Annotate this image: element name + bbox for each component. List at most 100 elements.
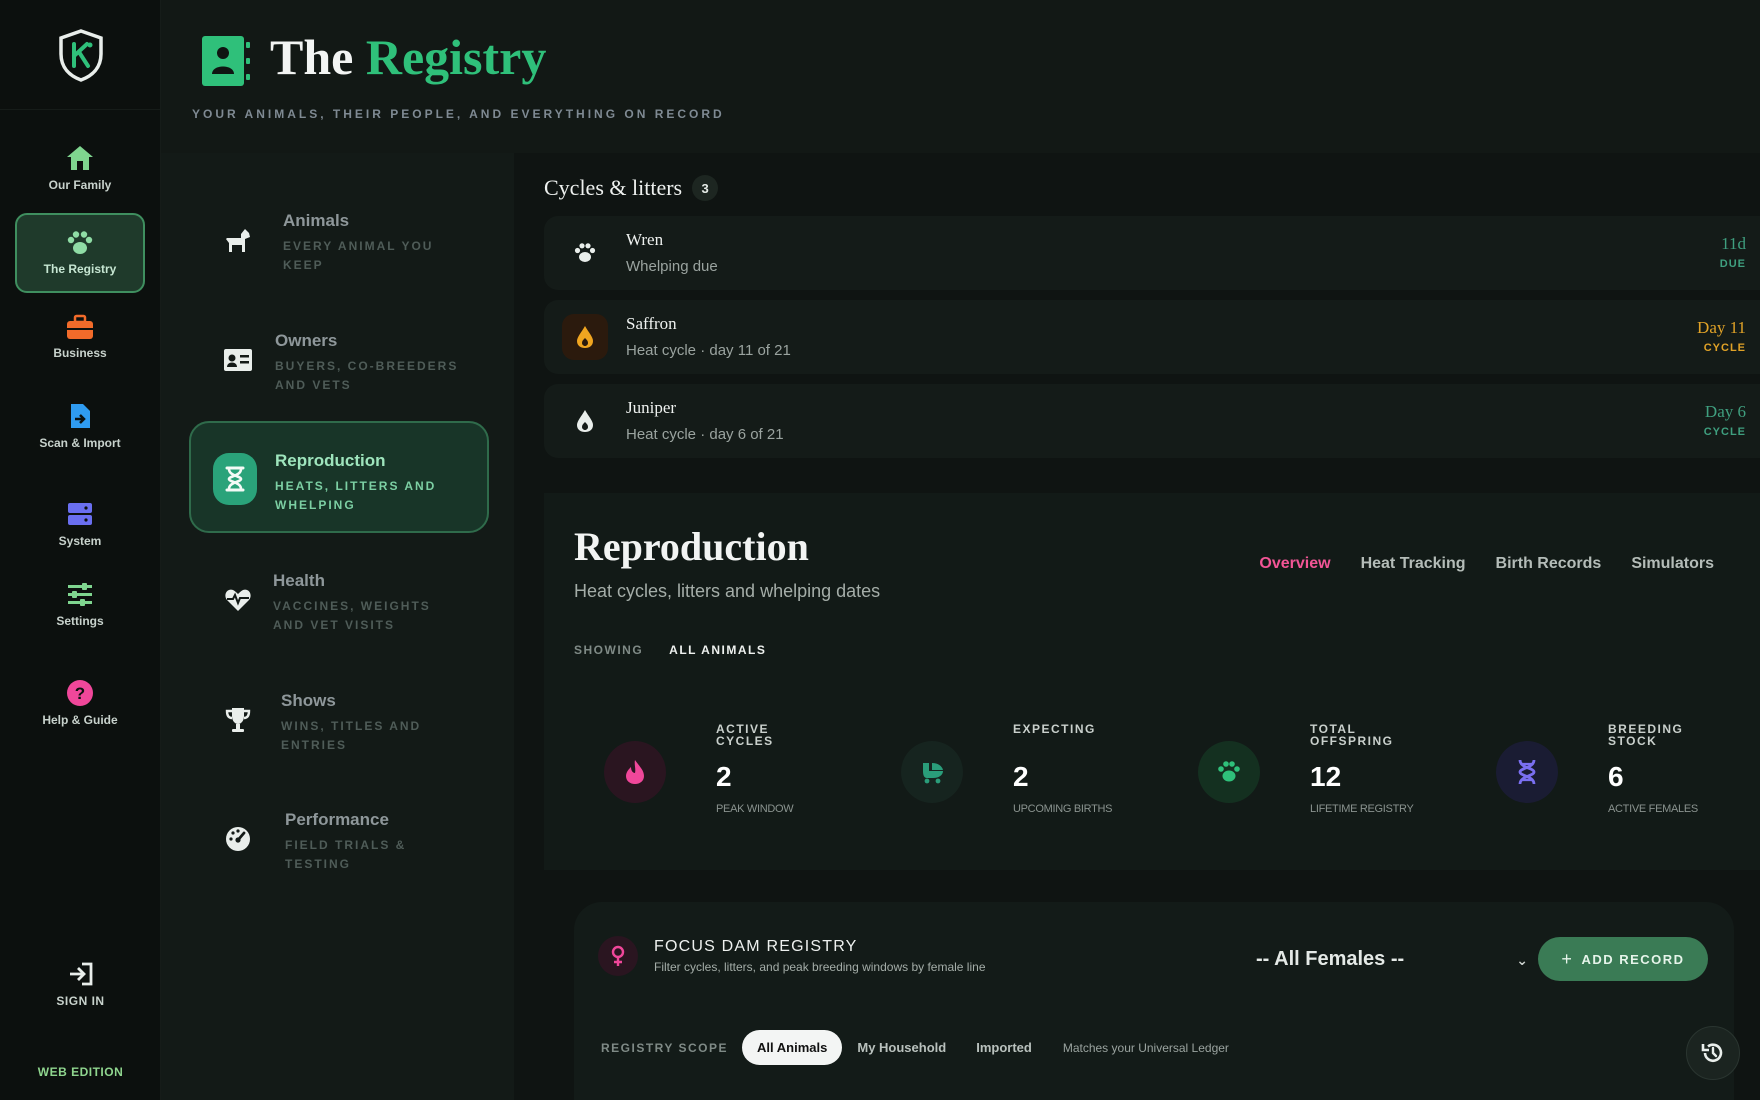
- main-content: Cycles & litters 3 Wren Whelping due 11d…: [514, 153, 1760, 1100]
- page-title-lead: The: [270, 29, 354, 85]
- plus-icon: +: [1561, 948, 1574, 969]
- rail-item-label: Scan & Import: [39, 436, 121, 450]
- scope-option-imported[interactable]: Imported: [961, 1030, 1047, 1065]
- sign-in-button[interactable]: SIGN IN: [0, 962, 161, 1008]
- stat-value: 2: [1013, 761, 1029, 792]
- paw-icon: [67, 231, 93, 254]
- app-rail: Our Family The Registry Business Scan & …: [0, 0, 161, 1100]
- stat-value: 6: [1608, 761, 1624, 792]
- cycle-tag-label: CYCLE: [1703, 426, 1746, 438]
- gauge-icon: [215, 816, 261, 862]
- add-record-label: ADD RECORD: [1581, 951, 1685, 967]
- tab-overview[interactable]: Overview: [1259, 555, 1330, 573]
- category-health[interactable]: Health VACCINES, WEIGHTS AND VET VISITS: [189, 543, 489, 655]
- cycle-tag-value: Day 6: [1704, 402, 1746, 421]
- rail-item-label: Business: [53, 346, 107, 360]
- stat-total-offspring: TOTAL OFFSPRING 12 LIFETIME REGISTRY: [1168, 723, 1468, 823]
- rail-item-label: System: [58, 534, 102, 548]
- rail-item-label: Our Family: [48, 178, 112, 192]
- shield-logo-icon: [58, 28, 103, 82]
- file-import-icon: [71, 404, 90, 428]
- scope-option-my-household[interactable]: My Household: [842, 1030, 961, 1065]
- category-title: Health: [273, 571, 325, 590]
- cycle-description: Heat cycle · day 6 of 21: [626, 426, 784, 443]
- rail-item-business[interactable]: Business: [15, 297, 145, 377]
- stat-value: 12: [1310, 761, 1342, 792]
- app-logo[interactable]: [0, 0, 161, 110]
- tab-heat-tracking[interactable]: Heat Tracking: [1361, 555, 1466, 573]
- cycle-row-juniper[interactable]: Juniper Heat cycle · day 6 of 21 Day 6 C…: [544, 384, 1760, 458]
- category-subtitle: WINS, TITLES AND ENTRIES: [281, 719, 422, 752]
- category-subtitle: EVERY ANIMAL YOU KEEP: [283, 239, 434, 272]
- section-title: Reproduction: [574, 524, 809, 569]
- category-title: Performance: [285, 810, 389, 829]
- category-title: Shows: [281, 691, 336, 710]
- drop-icon: [562, 398, 608, 444]
- add-record-button[interactable]: + ADD RECORD: [1538, 937, 1708, 981]
- registry-scope: REGISTRY SCOPE All Animals My Household …: [601, 1030, 1229, 1065]
- page-title-accent: Registry: [365, 29, 547, 85]
- heartbeat-icon: [215, 577, 261, 623]
- category-title: Owners: [275, 331, 338, 350]
- category-subtitle: HEATS, LITTERS AND WHELPING: [275, 479, 437, 512]
- hourglass-icon: [213, 453, 257, 505]
- female-select[interactable]: -- All Females -- ⌄: [1256, 948, 1536, 978]
- svg-text:?: ?: [75, 684, 85, 703]
- category-title: Reproduction: [275, 451, 386, 470]
- cycle-name: Saffron: [626, 314, 677, 333]
- category-owners[interactable]: Owners BUYERS, CO-BREEDERS AND VETS: [189, 303, 489, 415]
- cycle-tag-label: CYCLE: [1703, 342, 1746, 354]
- cycle-tag-label: DUE: [1719, 258, 1746, 270]
- briefcase-icon: [67, 314, 93, 339]
- sign-in-icon: [69, 962, 92, 986]
- focus-dam-registry: FOCUS DAM REGISTRY Filter cycles, litter…: [574, 902, 1734, 1100]
- showing-value[interactable]: ALL ANIMALS: [669, 643, 766, 657]
- stat-caption: LIFETIME REGISTRY: [1310, 803, 1414, 815]
- rail-item-label: Settings: [56, 614, 104, 628]
- category-animals[interactable]: Animals EVERY ANIMAL YOU KEEP: [189, 183, 489, 295]
- showing-filter: SHOWING ALL ANIMALS: [574, 643, 766, 657]
- rail-item-our-family[interactable]: Our Family: [15, 128, 145, 208]
- tab-simulators[interactable]: Simulators: [1631, 555, 1714, 573]
- scope-option-all-animals[interactable]: All Animals: [742, 1030, 843, 1065]
- category-performance[interactable]: Performance FIELD TRIALS & TESTING: [189, 782, 489, 894]
- cycle-description: Whelping due: [626, 258, 718, 275]
- category-reproduction[interactable]: Reproduction HEATS, LITTERS AND WHELPING: [189, 421, 489, 533]
- paw-icon: [562, 230, 608, 276]
- scope-note: Matches your Universal Ledger: [1062, 1040, 1229, 1055]
- rail-item-the-registry[interactable]: The Registry: [15, 213, 145, 293]
- section-tabs: Overview Heat Tracking Birth Records Sim…: [1259, 555, 1714, 573]
- stroller-icon: [901, 741, 963, 803]
- category-subtitle: VACCINES, WEIGHTS AND VET VISITS: [273, 599, 431, 632]
- page-title: The Registry: [270, 28, 546, 86]
- stat-label: EXPECTING: [1013, 722, 1096, 736]
- rail-item-help-guide[interactable]: ? Help & Guide: [15, 663, 145, 743]
- category-shows[interactable]: Shows WINS, TITLES AND ENTRIES: [189, 663, 489, 775]
- cycle-name: Wren: [626, 230, 664, 249]
- home-icon: [67, 146, 93, 170]
- rail-item-label: Help & Guide: [42, 713, 118, 727]
- rail-item-scan-import[interactable]: Scan & Import: [15, 386, 145, 466]
- id-card-icon: [215, 337, 261, 383]
- tab-birth-records[interactable]: Birth Records: [1496, 555, 1602, 573]
- cycle-row-saffron[interactable]: Saffron Heat cycle · day 11 of 21 Day 11…: [544, 300, 1760, 374]
- trophy-icon: [215, 697, 261, 743]
- history-button[interactable]: [1686, 1026, 1740, 1080]
- stat-label: ACTIVE CYCLES: [716, 722, 774, 748]
- stat-caption: ACTIVE FEMALES: [1608, 803, 1698, 815]
- paw-icon: [1198, 741, 1260, 803]
- stat-label: TOTAL OFFSPRING: [1310, 722, 1394, 748]
- section-subtitle: Heat cycles, litters and whelping dates: [574, 581, 881, 601]
- category-panel: Animals EVERY ANIMAL YOU KEEP Owners BUY…: [161, 153, 514, 1100]
- chevron-down-icon: ⌄: [1516, 952, 1528, 968]
- stat-expecting: EXPECTING 2 UPCOMING BIRTHS: [871, 723, 1171, 823]
- female-select-value: -- All Females --: [1256, 948, 1405, 970]
- reproduction-section: Reproduction Heat cycles, litters and wh…: [544, 493, 1760, 870]
- rail-item-system[interactable]: System: [15, 484, 145, 564]
- cycle-row-wren[interactable]: Wren Whelping due 11d DUE: [544, 216, 1760, 290]
- female-symbol-icon: [598, 936, 638, 976]
- stat-label: BREEDING STOCK: [1608, 722, 1684, 748]
- flame-icon: [604, 741, 666, 803]
- rail-item-label: The Registry: [43, 262, 117, 276]
- rail-item-settings[interactable]: Settings: [15, 565, 145, 645]
